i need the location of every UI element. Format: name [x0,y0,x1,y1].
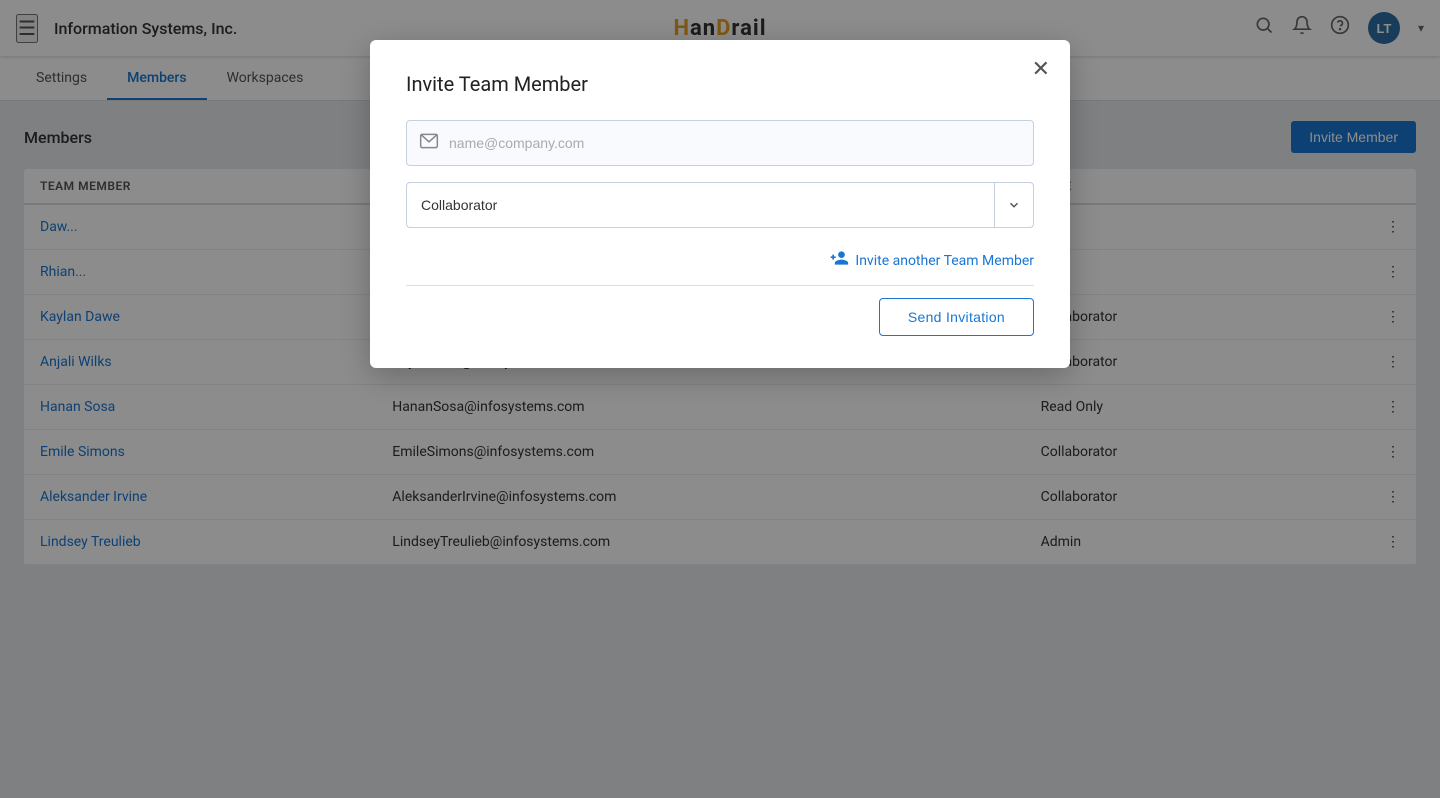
add-person-icon [829,248,849,273]
email-input[interactable] [449,121,1021,165]
send-invitation-button[interactable]: Send Invitation [879,298,1034,336]
email-icon [419,131,439,156]
invite-modal: Invite Team Member ✕ Collaborator Admin … [370,40,1070,368]
role-dropdown-icon [994,183,1033,227]
modal-overlay: Invite Team Member ✕ Collaborator Admin … [0,0,1440,798]
modal-actions: Send Invitation [406,298,1034,336]
invite-another-link[interactable]: Invite another Team Member [829,248,1034,273]
modal-close-button[interactable]: ✕ [1032,58,1050,80]
invite-another-row: Invite another Team Member [406,248,1034,286]
email-input-row [406,120,1034,166]
role-select[interactable]: Collaborator Admin Read Only [407,185,994,225]
modal-title: Invite Team Member [406,72,1034,96]
invite-another-label: Invite another Team Member [855,253,1034,269]
role-select-row: Collaborator Admin Read Only [406,182,1034,228]
